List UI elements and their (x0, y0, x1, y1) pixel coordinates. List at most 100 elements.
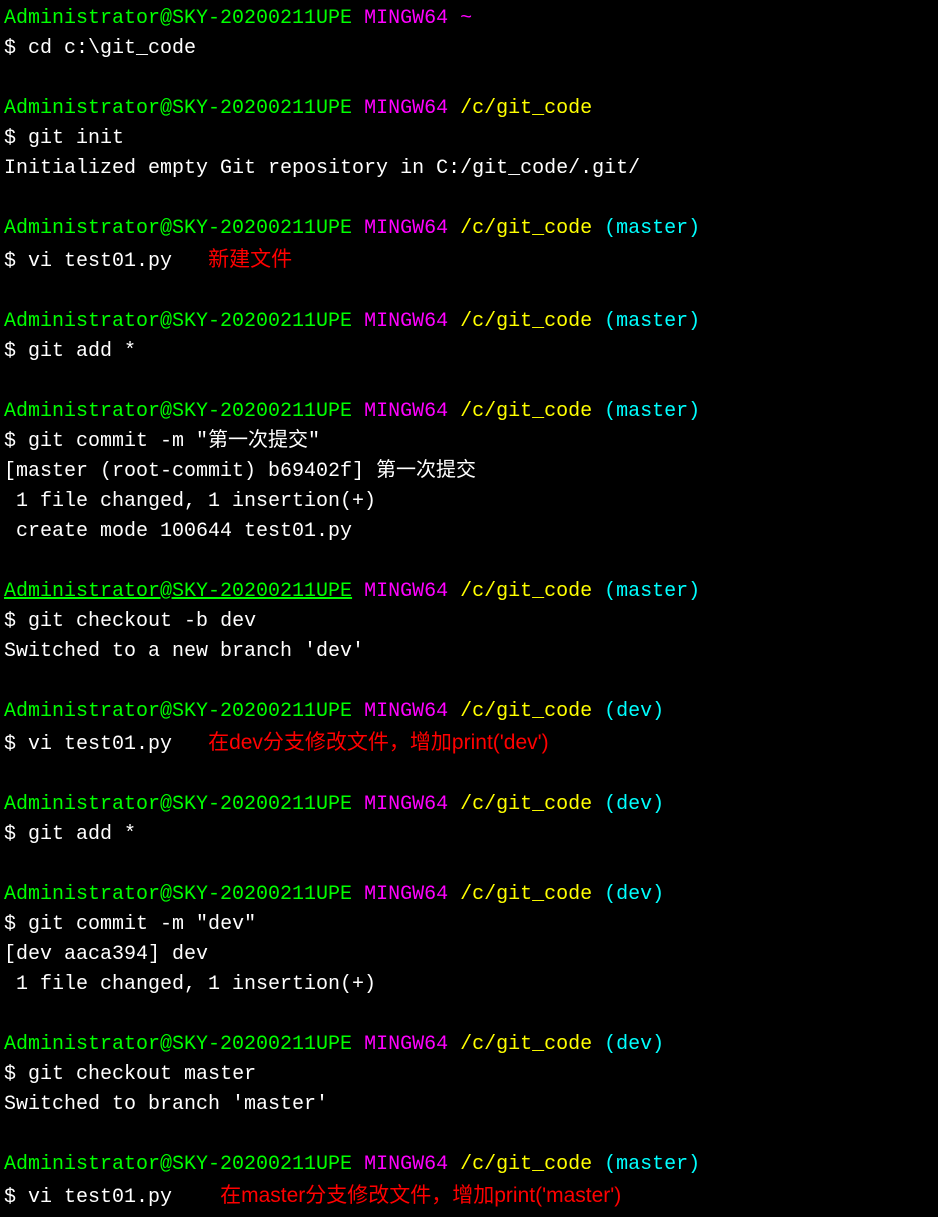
output-line: 1 file changed, 1 insertion(+) (4, 487, 934, 517)
prompt-line: Administrator@SKY-20200211UPE MINGW64 /c… (4, 1150, 934, 1180)
command: cd c:\git_code (28, 37, 196, 60)
prompt-symbol: $ (4, 733, 16, 756)
prompt-line: Administrator@SKY-20200211UPE MINGW64 ~ (4, 4, 934, 34)
path: /c/git_code (460, 793, 592, 816)
path: /c/git_code (460, 580, 592, 603)
command-line[interactable]: $ git commit -m "dev" (4, 910, 934, 940)
terminal-block: Administrator@SKY-20200211UPE MINGW64 /c… (4, 214, 934, 277)
command: git checkout -b dev (28, 610, 256, 633)
command-line[interactable]: $ vi test01.py 在dev分支修改文件，增加print('dev') (4, 727, 934, 760)
command: vi test01.py (28, 1186, 172, 1209)
command-line[interactable]: $ git init (4, 124, 934, 154)
shell-name: MINGW64 (364, 1153, 448, 1176)
annotation: 在master分支修改文件，增加print('master') (220, 1184, 621, 1207)
command-line[interactable]: $ cd c:\git_code (4, 34, 934, 64)
shell-name: MINGW64 (364, 793, 448, 816)
path: /c/git_code (460, 700, 592, 723)
user-host: Administrator@SKY-20200211UPE (4, 97, 352, 120)
branch: (dev) (604, 883, 664, 906)
terminal-block: Administrator@SKY-20200211UPE MINGW64 /c… (4, 577, 934, 667)
branch: (master) (604, 580, 700, 603)
terminal-block: Administrator@SKY-20200211UPE MINGW64 /c… (4, 880, 934, 1000)
shell-name: MINGW64 (364, 97, 448, 120)
user-host: Administrator@SKY-20200211UPE (4, 580, 352, 603)
prompt-line: Administrator@SKY-20200211UPE MINGW64 /c… (4, 1030, 934, 1060)
branch: (dev) (604, 1033, 664, 1056)
user-host: Administrator@SKY-20200211UPE (4, 217, 352, 240)
output-line: 1 file changed, 1 insertion(+) (4, 970, 934, 1000)
user-host: Administrator@SKY-20200211UPE (4, 7, 352, 30)
prompt-symbol: $ (4, 37, 16, 60)
path: ~ (460, 7, 472, 30)
path: /c/git_code (460, 1153, 592, 1176)
shell-name: MINGW64 (364, 1033, 448, 1056)
shell-name: MINGW64 (364, 580, 448, 603)
command-line[interactable]: $ git add * (4, 337, 934, 367)
user-host: Administrator@SKY-20200211UPE (4, 793, 352, 816)
command: git add * (28, 823, 136, 846)
user-host: Administrator@SKY-20200211UPE (4, 310, 352, 333)
terminal-block: Administrator@SKY-20200211UPE MINGW64 /c… (4, 307, 934, 367)
terminal-block: Administrator@SKY-20200211UPE MINGW64 /c… (4, 94, 934, 184)
terminal-output: Administrator@SKY-20200211UPE MINGW64 ~ … (4, 4, 934, 1213)
annotation: 新建文件 (208, 248, 292, 271)
path: /c/git_code (460, 883, 592, 906)
branch: (master) (604, 400, 700, 423)
output-line: create mode 100644 test01.py (4, 517, 934, 547)
command-line[interactable]: $ vi test01.py 新建文件 (4, 244, 934, 277)
prompt-line: Administrator@SKY-20200211UPE MINGW64 /c… (4, 397, 934, 427)
branch: (dev) (604, 793, 664, 816)
prompt-symbol: $ (4, 823, 16, 846)
terminal-block: Administrator@SKY-20200211UPE MINGW64 /c… (4, 397, 934, 547)
output-line: Switched to branch 'master' (4, 1090, 934, 1120)
path: /c/git_code (460, 1033, 592, 1056)
prompt-symbol: $ (4, 913, 16, 936)
command-line[interactable]: $ git checkout -b dev (4, 607, 934, 637)
command-line[interactable]: $ git add * (4, 820, 934, 850)
prompt-symbol: $ (4, 250, 16, 273)
user-host: Administrator@SKY-20200211UPE (4, 400, 352, 423)
command: vi test01.py (28, 733, 172, 756)
output-line: [master (root-commit) b69402f] 第一次提交 (4, 457, 934, 487)
command-line[interactable]: $ vi test01.py 在master分支修改文件，增加print('ma… (4, 1180, 934, 1213)
terminal-block: Administrator@SKY-20200211UPE MINGW64 ~ … (4, 4, 934, 64)
user-host: Administrator@SKY-20200211UPE (4, 883, 352, 906)
prompt-line: Administrator@SKY-20200211UPE MINGW64 /c… (4, 697, 934, 727)
prompt-line: Administrator@SKY-20200211UPE MINGW64 /c… (4, 880, 934, 910)
prompt-line: Administrator@SKY-20200211UPE MINGW64 /c… (4, 214, 934, 244)
command: git checkout master (28, 1063, 256, 1086)
shell-name: MINGW64 (364, 310, 448, 333)
prompt-line: Administrator@SKY-20200211UPE MINGW64 /c… (4, 94, 934, 124)
prompt-symbol: $ (4, 1063, 16, 1086)
output-line: Switched to a new branch 'dev' (4, 637, 934, 667)
user-host: Administrator@SKY-20200211UPE (4, 700, 352, 723)
prompt-line: Administrator@SKY-20200211UPE MINGW64 /c… (4, 790, 934, 820)
path: /c/git_code (460, 217, 592, 240)
terminal-block: Administrator@SKY-20200211UPE MINGW64 /c… (4, 1030, 934, 1120)
branch: (master) (604, 1153, 700, 1176)
shell-name: MINGW64 (364, 217, 448, 240)
path: /c/git_code (460, 400, 592, 423)
terminal-block: Administrator@SKY-20200211UPE MINGW64 /c… (4, 697, 934, 760)
command-line[interactable]: $ git commit -m "第一次提交" (4, 427, 934, 457)
prompt-symbol: $ (4, 127, 16, 150)
user-host: Administrator@SKY-20200211UPE (4, 1153, 352, 1176)
shell-name: MINGW64 (364, 7, 448, 30)
shell-name: MINGW64 (364, 400, 448, 423)
command: git init (28, 127, 124, 150)
user-host: Administrator@SKY-20200211UPE (4, 1033, 352, 1056)
shell-name: MINGW64 (364, 700, 448, 723)
path: /c/git_code (460, 310, 592, 333)
output-line: Initialized empty Git repository in C:/g… (4, 154, 934, 184)
command-line[interactable]: $ git checkout master (4, 1060, 934, 1090)
prompt-symbol: $ (4, 430, 16, 453)
prompt-symbol: $ (4, 340, 16, 363)
branch: (master) (604, 310, 700, 333)
command: git add * (28, 340, 136, 363)
output-line: [dev aaca394] dev (4, 940, 934, 970)
branch: (master) (604, 217, 700, 240)
annotation: 在dev分支修改文件，增加print('dev') (208, 731, 549, 754)
branch: (dev) (604, 700, 664, 723)
shell-name: MINGW64 (364, 883, 448, 906)
command: git commit -m "dev" (28, 913, 256, 936)
